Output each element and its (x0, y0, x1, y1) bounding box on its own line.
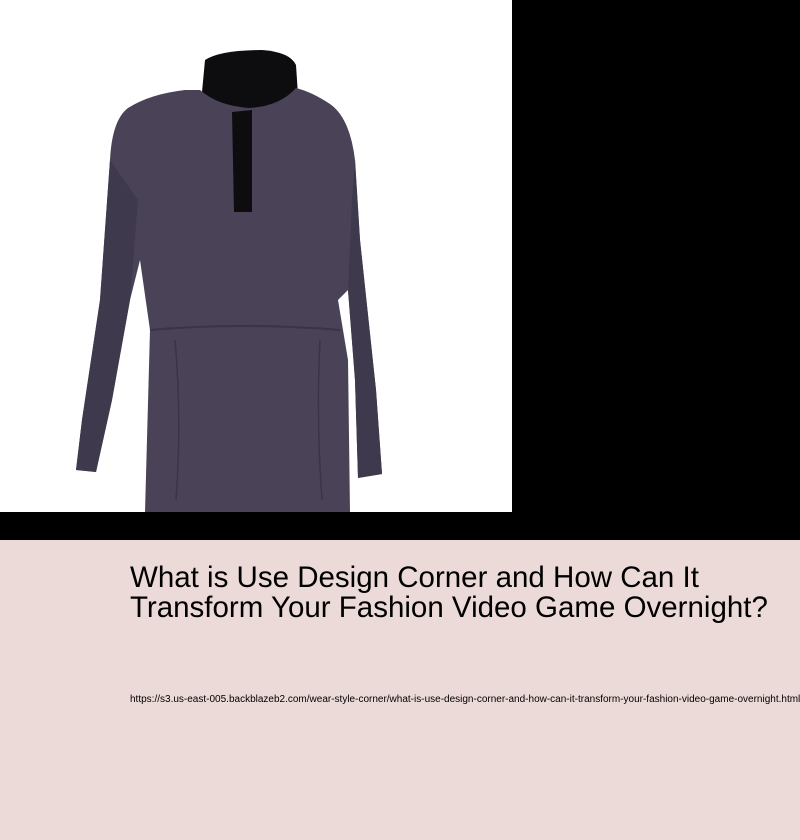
article-card: What is Use Design Corner and How Can It… (0, 540, 800, 840)
dress-photo (0, 0, 512, 512)
article-title: What is Use Design Corner and How Can It… (130, 561, 768, 624)
article-url-link[interactable]: https://s3.us-east-005.backblazeb2.com/w… (130, 689, 800, 711)
hero-section (0, 0, 800, 540)
dress-image (0, 0, 512, 512)
